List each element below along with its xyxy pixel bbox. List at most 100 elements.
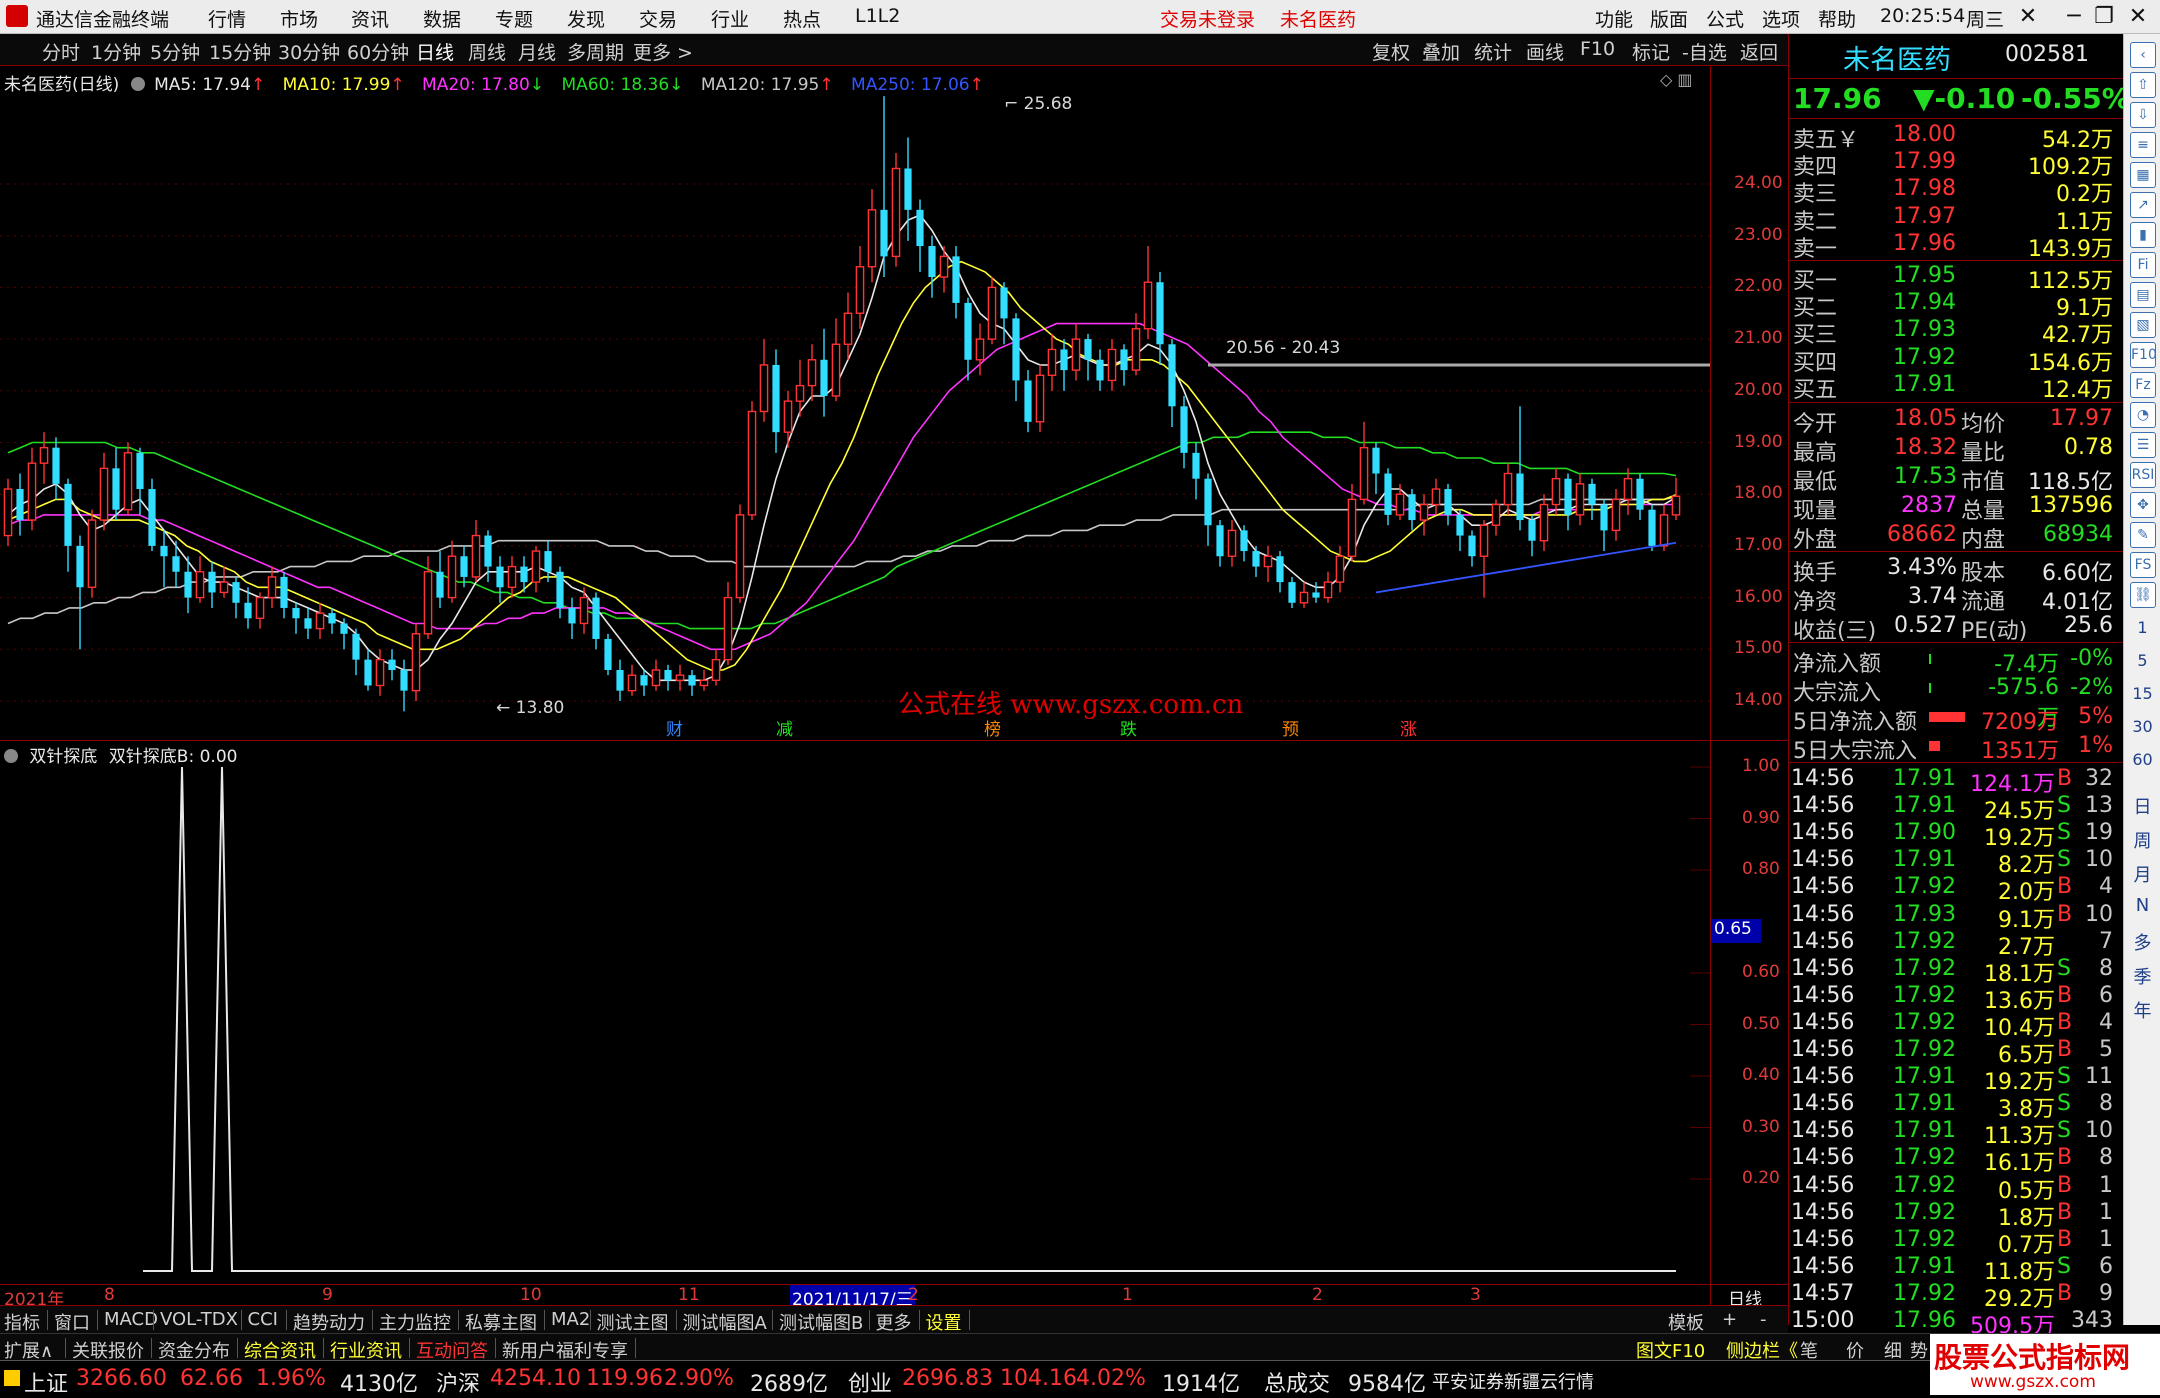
candle-body[interactable] bbox=[64, 483, 72, 546]
candle-body[interactable] bbox=[136, 452, 144, 490]
side-period-letter[interactable]: 季 bbox=[2124, 963, 2160, 989]
chart-corner-icons[interactable]: ◇ ▥ bbox=[1660, 70, 1693, 89]
candle-body[interactable] bbox=[867, 209, 877, 268]
candle-body[interactable] bbox=[112, 468, 120, 510]
candle-body[interactable] bbox=[640, 675, 648, 686]
candle-body[interactable] bbox=[328, 613, 336, 624]
candle-body[interactable] bbox=[711, 658, 721, 682]
side-period-60[interactable]: 60 bbox=[2124, 750, 2160, 769]
candle-body[interactable] bbox=[1384, 473, 1392, 515]
candle-body[interactable] bbox=[1600, 504, 1608, 531]
candle-body[interactable] bbox=[148, 489, 156, 546]
indicator-tab[interactable]: MA2 bbox=[551, 1309, 590, 1330]
candle-body[interactable] bbox=[1156, 282, 1164, 345]
indicator-tab[interactable]: 趋势动力 bbox=[293, 1309, 365, 1335]
tool-stats[interactable]: 统计 bbox=[1474, 38, 1512, 65]
candle-body[interactable] bbox=[3, 488, 13, 537]
candle-body[interactable] bbox=[1252, 551, 1260, 567]
candle-body[interactable] bbox=[616, 669, 624, 691]
candle-body[interactable] bbox=[1395, 493, 1405, 516]
candle-body[interactable] bbox=[39, 446, 49, 464]
candle-body[interactable] bbox=[531, 550, 541, 583]
candle-body[interactable] bbox=[747, 410, 757, 516]
period-weekly[interactable]: 周线 bbox=[468, 38, 506, 65]
candle-body[interactable] bbox=[795, 384, 805, 402]
candle-body[interactable] bbox=[1431, 488, 1441, 506]
indicator-tab[interactable]: 主力监控 bbox=[379, 1309, 451, 1335]
event-mark-list[interactable]: 榜 bbox=[984, 715, 1001, 740]
period-daily[interactable]: 日线 bbox=[416, 38, 454, 65]
candle-body[interactable] bbox=[1299, 591, 1309, 604]
candle-body[interactable] bbox=[1611, 498, 1621, 532]
candle-body[interactable] bbox=[1323, 581, 1333, 599]
menu-item-formula[interactable]: 公式 bbox=[1706, 5, 1744, 32]
candle-body[interactable] bbox=[1491, 503, 1501, 526]
menu-item-help[interactable]: 帮助 bbox=[1818, 5, 1856, 32]
period-5min[interactable]: 5分钟 bbox=[150, 38, 200, 65]
template-tab[interactable]: - bbox=[1760, 1309, 1767, 1330]
event-mark-finance[interactable]: 财 bbox=[666, 715, 683, 740]
candle-body[interactable] bbox=[520, 566, 528, 583]
double-needle-indicator-chart[interactable] bbox=[0, 742, 1710, 1282]
close-panel-icon[interactable]: ✕ bbox=[2008, 2, 2048, 32]
candle-body[interactable] bbox=[1659, 514, 1669, 547]
chart-icon[interactable]: ↗ bbox=[2130, 192, 2156, 218]
candle-body[interactable] bbox=[195, 571, 205, 599]
candle-body[interactable] bbox=[975, 338, 985, 361]
candle-body[interactable] bbox=[1648, 509, 1656, 546]
candle-body[interactable] bbox=[1347, 498, 1357, 557]
candle-body[interactable] bbox=[568, 607, 576, 624]
candle-body[interactable] bbox=[688, 675, 696, 686]
candle-body[interactable] bbox=[807, 359, 817, 387]
candle-body[interactable] bbox=[160, 545, 168, 557]
login-status[interactable]: 交易未登录 bbox=[1160, 5, 1255, 32]
side-period-letter[interactable]: 周 bbox=[2124, 827, 2160, 853]
candle-body[interactable] bbox=[1288, 582, 1296, 603]
candle-body[interactable] bbox=[772, 364, 780, 433]
candle-body[interactable] bbox=[1047, 348, 1057, 376]
menu-item-data[interactable]: 数据 bbox=[423, 5, 461, 32]
finance-icon[interactable]: ▤ bbox=[2130, 282, 2156, 308]
candle-body[interactable] bbox=[1551, 477, 1561, 506]
down-arrow-icon[interactable]: ⇩ bbox=[2130, 102, 2156, 128]
candle-body[interactable] bbox=[843, 312, 853, 345]
candle-body[interactable] bbox=[783, 400, 793, 433]
candle-body[interactable] bbox=[1024, 380, 1032, 422]
indicator-tab[interactable]: MACD bbox=[104, 1309, 158, 1330]
menu-item-layout[interactable]: 版面 bbox=[1650, 5, 1688, 32]
candle-body[interactable] bbox=[1564, 478, 1572, 515]
ask-row[interactable]: 卖二 17.97 1.1万 bbox=[1789, 204, 2119, 235]
candle-body[interactable] bbox=[87, 519, 97, 588]
candle-body[interactable] bbox=[964, 302, 972, 360]
close-window-icon[interactable]: ✕ bbox=[2118, 2, 2158, 32]
candle-body[interactable] bbox=[604, 638, 612, 670]
menu-item-trade[interactable]: 交易 bbox=[639, 5, 677, 32]
status-sh-label[interactable]: 上证 bbox=[24, 1366, 68, 1398]
candle-body[interactable] bbox=[76, 545, 84, 588]
candle-body[interactable] bbox=[820, 359, 828, 396]
candle-body[interactable] bbox=[1636, 478, 1644, 510]
candle-body[interactable] bbox=[1276, 556, 1284, 583]
candle-body[interactable] bbox=[1204, 478, 1212, 526]
indicator-tab[interactable]: 测试幅图B bbox=[779, 1309, 863, 1335]
candle-body[interactable] bbox=[1263, 555, 1273, 568]
candle-body[interactable] bbox=[1359, 446, 1369, 501]
period-intraday[interactable]: 分时 bbox=[42, 38, 80, 65]
candle-body[interactable] bbox=[484, 535, 492, 567]
event-mark-forecast[interactable]: 预 bbox=[1282, 715, 1299, 740]
candle-icon[interactable]: ▮ bbox=[2130, 222, 2156, 248]
indicator-tab[interactable]: 指标 bbox=[4, 1309, 40, 1335]
candle-body[interactable] bbox=[1143, 281, 1153, 330]
tool-f10[interactable]: F10 bbox=[1580, 38, 1615, 60]
menu-item-l1l2[interactable]: L1L2 bbox=[855, 5, 900, 27]
indicator-tab[interactable]: VOL-TDX bbox=[160, 1309, 238, 1330]
news-icon[interactable]: ☰ bbox=[2130, 432, 2156, 458]
candle-body[interactable] bbox=[1227, 529, 1237, 557]
side-period-30[interactable]: 30 bbox=[2124, 717, 2160, 736]
side-period-1[interactable]: 1 bbox=[2124, 618, 2160, 637]
candle-body[interactable] bbox=[675, 674, 685, 682]
event-mark-reduce[interactable]: 减 bbox=[776, 715, 793, 740]
link-icon[interactable]: ⛓ bbox=[2130, 582, 2156, 608]
candle-body[interactable] bbox=[1120, 349, 1128, 371]
candle-body[interactable] bbox=[1084, 339, 1092, 360]
